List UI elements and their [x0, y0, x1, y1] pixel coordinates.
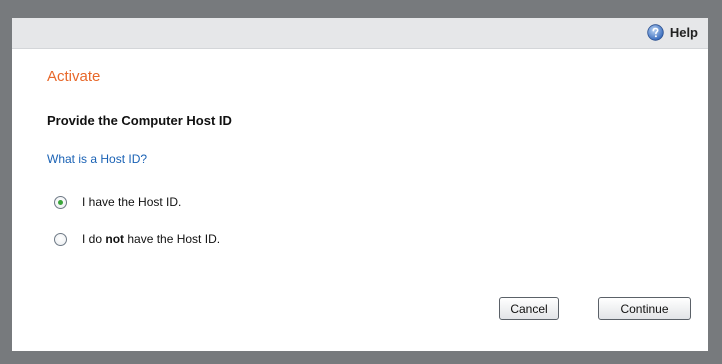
option-have-host-id-label: I have the Host ID.	[82, 195, 182, 209]
radio-have-host-id[interactable]	[54, 195, 67, 209]
radio-no-host-id[interactable]	[54, 232, 67, 246]
help-label: Help	[669, 25, 698, 40]
option-no-host-id[interactable]: I do not have the Host ID.	[54, 232, 220, 246]
activate-dialog: Help Activate Provide the Computer Host …	[12, 18, 708, 351]
continue-button[interactable]: Continue	[598, 297, 691, 320]
option-no-host-id-suffix: have the Host ID.	[124, 232, 221, 246]
dialog-title: Activate	[47, 68, 101, 85]
dialog-header-bar: Help	[12, 18, 708, 49]
option-no-host-id-prefix: I do	[82, 232, 106, 246]
option-no-host-id-emphasis: not	[105, 232, 125, 246]
option-no-host-id-label: I do not have the Host ID.	[82, 232, 220, 246]
help-circle-icon	[647, 24, 664, 41]
option-have-host-id[interactable]: I have the Host ID.	[54, 195, 181, 209]
dialog-subtitle: Provide the Computer Host ID	[47, 113, 232, 128]
help-link[interactable]: Help	[647, 24, 698, 41]
cancel-button[interactable]: Cancel	[499, 297, 559, 320]
what-is-host-id-link[interactable]: What is a Host ID?	[47, 152, 147, 166]
